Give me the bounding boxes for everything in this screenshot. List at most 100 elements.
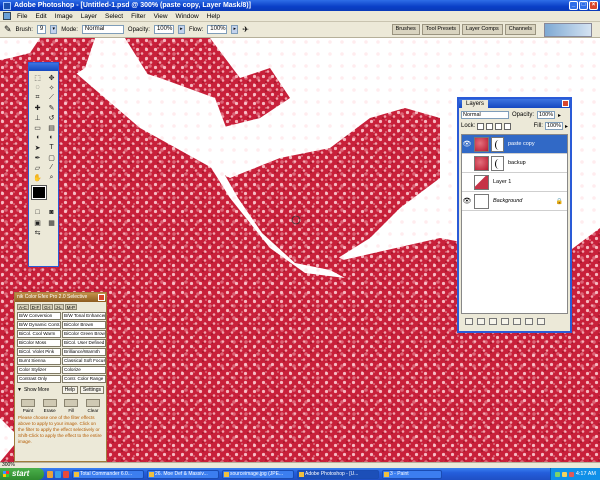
browser-icon[interactable] (55, 470, 61, 478)
nik-filter-item[interactable]: BiCol. User Defined (62, 339, 106, 347)
minimize-button[interactable]: _ (569, 1, 578, 10)
new-layer-icon[interactable] (525, 318, 533, 325)
nik-filter-item[interactable]: Colorize (62, 366, 106, 374)
nik-help-button[interactable]: Help (61, 386, 78, 394)
tab-channels[interactable]: Channels (504, 24, 536, 35)
blend-mode-select[interactable]: Normal (461, 111, 509, 119)
airbrush-icon[interactable]: ✈ (242, 25, 249, 34)
tab-layers[interactable]: Layers (462, 100, 489, 108)
crop-tool-icon[interactable]: ⌗ (31, 93, 44, 102)
layer-row-paste-copy[interactable]: 👁 paste copy (462, 135, 567, 154)
nik-filter-item[interactable]: Contrast Only (17, 375, 61, 383)
close-button[interactable]: × (589, 1, 598, 10)
erase-button[interactable]: Erase (41, 399, 59, 413)
taskbar-item-sourceimage[interactable]: sourceimage.jpg (JPE... (222, 469, 294, 479)
gradient-tool-icon[interactable]: ▤ (45, 123, 58, 132)
foreground-color-swatch[interactable] (31, 185, 47, 200)
nik-filter-item[interactable]: Burnt Sienna (17, 357, 61, 365)
brush-tool-icon[interactable]: ✎ (45, 103, 58, 112)
nik-tab-e[interactable]: M-P (64, 304, 78, 310)
type-tool-icon[interactable]: T (45, 143, 58, 152)
link-layers-icon[interactable] (465, 318, 473, 325)
menu-filter[interactable]: Filter (127, 13, 149, 20)
shape-tool-icon[interactable]: ▢ (45, 153, 58, 162)
nik-filter-item[interactable]: BiCol. Violet Pink (17, 348, 61, 356)
clone-stamp-tool-icon[interactable]: ⊥ (31, 113, 44, 122)
fill-arrow-icon[interactable]: ▸ (565, 123, 568, 130)
zoom-tool-icon[interactable]: ⌕ (45, 173, 58, 182)
layer-row-background[interactable]: 👁 Background 🔒 (462, 192, 567, 211)
eye-icon[interactable]: 👁 (462, 197, 472, 205)
menu-layer[interactable]: Layer (77, 13, 101, 20)
taskbar-item-total-commander[interactable]: Total Commander 6.0... (72, 469, 144, 479)
taskbar-item-music[interactable]: 26. Moe Def & Massiv... (147, 469, 219, 479)
layers-palette-header[interactable]: Layers (459, 99, 570, 108)
eraser-tool-icon[interactable]: ▭ (31, 123, 44, 132)
nik-tab-d[interactable]: J-L (53, 304, 64, 310)
menu-help[interactable]: Help (203, 13, 224, 20)
move-tool-icon[interactable]: ✥ (45, 73, 58, 82)
folder-icon[interactable] (47, 470, 53, 478)
screen-mode-icon[interactable]: ▣ (31, 218, 44, 227)
start-button[interactable]: start (0, 468, 44, 480)
tab-brushes[interactable]: Brushes (391, 24, 420, 35)
slice-tool-icon[interactable]: ⟋ (45, 93, 58, 102)
eyedropper-tool-icon[interactable]: ⁄ (45, 163, 58, 172)
flow-input[interactable]: 100% (207, 25, 228, 34)
clear-button[interactable]: Clear (84, 399, 102, 413)
nik-filter-item[interactable]: BiColor Moss (17, 339, 61, 347)
nik-filter-item[interactable]: Contr. Color Range (62, 375, 106, 383)
nik-settings-button[interactable]: Settings (79, 386, 104, 394)
show-more-link[interactable]: Show More (24, 387, 49, 393)
eye-icon[interactable]: 👁 (462, 140, 472, 148)
antivirus-icon[interactable] (568, 471, 574, 477)
marquee-tool-icon[interactable]: ⬚ (31, 73, 44, 82)
nik-filter-item[interactable]: B/W Tonal Enhancer (62, 312, 106, 320)
blur-tool-icon[interactable]: ◖ (31, 133, 44, 142)
menu-image[interactable]: Image (51, 13, 77, 20)
tab-layer-comps[interactable]: Layer Comps (462, 24, 503, 35)
mode-select[interactable]: Normal (81, 25, 124, 34)
magic-wand-tool-icon[interactable]: ✧ (45, 83, 58, 92)
media-icon[interactable] (63, 470, 69, 478)
layer-row-layer-1[interactable]: Layer 1 (462, 173, 567, 192)
tools-palette-header[interactable] (29, 63, 58, 71)
dodge-tool-icon[interactable]: ◐ (45, 133, 58, 142)
brush-dropdown-icon[interactable]: ▾ (50, 25, 58, 34)
lasso-tool-icon[interactable]: ◌ (31, 83, 44, 92)
nik-filter-item[interactable]: B/W Conversion (17, 312, 61, 320)
quick-mask-icon[interactable]: ◙ (45, 208, 58, 217)
pen-tool-icon[interactable]: ✒ (31, 153, 44, 162)
nik-filter-item[interactable]: B/W Dynamic Contr. (17, 321, 61, 329)
nik-tab-a[interactable]: A-C (17, 304, 29, 310)
fill-button[interactable]: Fill (62, 399, 80, 413)
path-selection-tool-icon[interactable]: ➤ (31, 143, 44, 152)
nik-close-icon[interactable] (98, 294, 105, 301)
menu-view[interactable]: View (150, 13, 172, 20)
opacity-arrow-icon[interactable]: ▸ (558, 112, 561, 119)
adjustment-layer-icon[interactable] (513, 318, 521, 325)
imageready-jump-icon[interactable]: ⇆ (31, 228, 44, 237)
lock-all-icon[interactable] (504, 122, 512, 130)
tab-tool-presets[interactable]: Tool Presets (421, 24, 461, 35)
menu-window[interactable]: Window (172, 13, 203, 20)
taskbar-item-photoshop[interactable]: Adobe Photoshop - [U... (297, 469, 379, 479)
nik-panel-header[interactable]: nik Color Efex Pro 2.0 Selective (15, 293, 106, 302)
delete-layer-icon[interactable] (537, 318, 545, 325)
menu-file[interactable]: File (13, 13, 31, 20)
nik-tab-b[interactable]: D-F (29, 304, 42, 310)
fill-input[interactable]: 100% (544, 122, 563, 130)
standard-mode-icon[interactable]: □ (31, 208, 44, 217)
new-group-icon[interactable] (501, 318, 509, 325)
healing-brush-tool-icon[interactable]: ✚ (31, 103, 44, 112)
layer-row-backup[interactable]: backup (462, 154, 567, 173)
nik-filter-item[interactable]: BiColor Brown (62, 321, 106, 329)
opacity-input[interactable]: 100% (153, 25, 174, 34)
add-mask-icon[interactable] (489, 318, 497, 325)
notes-tool-icon[interactable]: ▱ (31, 163, 44, 172)
network-icon[interactable] (554, 471, 560, 477)
layer-opacity-input[interactable]: 100% (537, 111, 556, 119)
layer-mask-thumbnail[interactable] (491, 136, 504, 152)
layers-close-icon[interactable] (562, 100, 569, 107)
menu-select[interactable]: Select (101, 13, 127, 20)
